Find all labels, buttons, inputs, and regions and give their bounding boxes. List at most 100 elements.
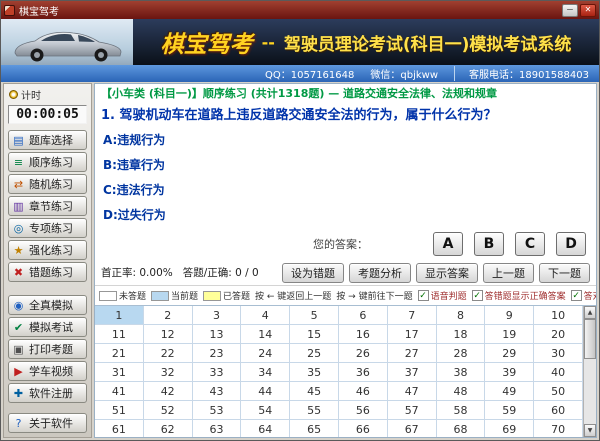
question-number-cell[interactable]: 56 [339, 401, 388, 420]
scroll-up-icon[interactable]: ▲ [584, 306, 596, 319]
voice-judge-checkbox[interactable]: ✓语音判题 [418, 289, 467, 302]
question-number-cell[interactable]: 58 [437, 401, 486, 420]
show-answer-button[interactable]: 显示答案 [416, 263, 478, 283]
titlebar[interactable]: 棋宝驾考 ─ ✕ [1, 1, 599, 19]
option-b[interactable]: B:违章行为 [95, 153, 596, 178]
close-button[interactable]: ✕ [580, 4, 596, 17]
question-number-cell[interactable]: 33 [193, 363, 242, 382]
option-c[interactable]: C:违法行为 [95, 178, 596, 203]
question-number-cell[interactable]: 7 [388, 306, 437, 325]
question-number-cell[interactable]: 63 [193, 420, 242, 438]
question-number-cell[interactable]: 32 [144, 363, 193, 382]
answer-button-b[interactable]: B [474, 232, 504, 256]
question-number-cell[interactable]: 31 [95, 363, 144, 382]
question-number-cell[interactable]: 44 [241, 382, 290, 401]
print-questions-button[interactable]: ▣打印考题 [8, 339, 87, 359]
intensive-practice-button[interactable]: ★强化练习 [8, 240, 87, 260]
question-number-cell[interactable]: 17 [388, 325, 437, 344]
question-number-cell[interactable]: 8 [437, 306, 486, 325]
question-number-cell[interactable]: 23 [193, 344, 242, 363]
question-number-cell[interactable]: 19 [485, 325, 534, 344]
question-number-cell[interactable]: 20 [534, 325, 583, 344]
random-practice-button[interactable]: ⇄随机练习 [8, 174, 87, 194]
about-software-button[interactable]: ?关于软件 [8, 413, 87, 433]
checkbox-icon[interactable]: ✓ [571, 290, 582, 301]
scroll-thumb[interactable] [584, 319, 596, 359]
question-number-cell[interactable]: 53 [193, 401, 242, 420]
question-number-cell[interactable]: 1 [95, 306, 144, 325]
answer-button-c[interactable]: C [515, 232, 545, 256]
question-number-cell[interactable]: 52 [144, 401, 193, 420]
question-number-cell[interactable]: 26 [339, 344, 388, 363]
question-number-cell[interactable]: 64 [241, 420, 290, 438]
question-number-cell[interactable]: 39 [485, 363, 534, 382]
wrong-question-practice-button[interactable]: ✖错题练习 [8, 262, 87, 282]
question-number-cell[interactable]: 10 [534, 306, 583, 325]
question-number-cell[interactable]: 24 [241, 344, 290, 363]
chapter-practice-button[interactable]: ▥章节练习 [8, 196, 87, 216]
question-number-cell[interactable]: 70 [534, 420, 583, 438]
question-number-cell[interactable]: 9 [485, 306, 534, 325]
question-number-cell[interactable]: 57 [388, 401, 437, 420]
software-register-button[interactable]: ✚软件注册 [8, 383, 87, 403]
question-number-cell[interactable]: 49 [485, 382, 534, 401]
question-number-cell[interactable]: 22 [144, 344, 193, 363]
question-number-cell[interactable]: 51 [95, 401, 144, 420]
question-number-cell[interactable]: 6 [339, 306, 388, 325]
question-number-cell[interactable]: 45 [290, 382, 339, 401]
grid-scrollbar[interactable]: ▲ ▼ [583, 306, 596, 437]
mock-exam-button[interactable]: ✔模拟考试 [8, 317, 87, 337]
question-number-cell[interactable]: 14 [241, 325, 290, 344]
scroll-down-icon[interactable]: ▼ [584, 424, 596, 437]
question-number-cell[interactable]: 27 [388, 344, 437, 363]
question-analysis-button[interactable]: 考题分析 [349, 263, 411, 283]
question-number-cell[interactable]: 37 [388, 363, 437, 382]
question-number-cell[interactable]: 55 [290, 401, 339, 420]
question-number-cell[interactable]: 41 [95, 382, 144, 401]
mark-wrong-button[interactable]: 设为错题 [282, 263, 344, 283]
question-number-cell[interactable]: 4 [241, 306, 290, 325]
question-number-cell[interactable]: 59 [485, 401, 534, 420]
question-number-cell[interactable]: 62 [144, 420, 193, 438]
show-correct-on-wrong-checkbox[interactable]: ✓答错题显示正确答案 [472, 289, 566, 302]
question-number-cell[interactable]: 25 [290, 344, 339, 363]
question-number-cell[interactable]: 47 [388, 382, 437, 401]
full-simulation-button[interactable]: ◉全真模拟 [8, 295, 87, 315]
question-number-cell[interactable]: 15 [290, 325, 339, 344]
question-number-cell[interactable]: 18 [437, 325, 486, 344]
question-number-cell[interactable]: 66 [339, 420, 388, 438]
question-number-cell[interactable]: 34 [241, 363, 290, 382]
next-question-button[interactable]: 下一题 [539, 263, 590, 283]
question-number-cell[interactable]: 40 [534, 363, 583, 382]
answer-button-d[interactable]: D [556, 232, 586, 256]
question-number-cell[interactable]: 65 [290, 420, 339, 438]
question-number-cell[interactable]: 60 [534, 401, 583, 420]
checkbox-icon[interactable]: ✓ [418, 290, 429, 301]
bank-select-button[interactable]: ▤题库选择 [8, 130, 87, 150]
question-number-cell[interactable]: 2 [144, 306, 193, 325]
question-number-cell[interactable]: 48 [437, 382, 486, 401]
question-number-cell[interactable]: 13 [193, 325, 242, 344]
question-number-cell[interactable]: 16 [339, 325, 388, 344]
question-number-cell[interactable]: 28 [437, 344, 486, 363]
question-number-cell[interactable]: 11 [95, 325, 144, 344]
question-number-cell[interactable]: 21 [95, 344, 144, 363]
question-number-cell[interactable]: 36 [339, 363, 388, 382]
checkbox-icon[interactable]: ✓ [472, 290, 483, 301]
question-number-cell[interactable]: 43 [193, 382, 242, 401]
question-number-cell[interactable]: 42 [144, 382, 193, 401]
question-number-cell[interactable]: 35 [290, 363, 339, 382]
answer-button-a[interactable]: A [433, 232, 463, 256]
prev-question-button[interactable]: 上一题 [483, 263, 534, 283]
driving-video-button[interactable]: ▶学车视频 [8, 361, 87, 381]
auto-next-on-correct-checkbox[interactable]: ✓答对转下一题 [571, 289, 596, 302]
question-number-cell[interactable]: 50 [534, 382, 583, 401]
question-number-cell[interactable]: 61 [95, 420, 144, 438]
question-number-cell[interactable]: 68 [437, 420, 486, 438]
question-number-cell[interactable]: 38 [437, 363, 486, 382]
question-number-cell[interactable]: 67 [388, 420, 437, 438]
question-number-cell[interactable]: 30 [534, 344, 583, 363]
option-a[interactable]: A:违规行为 [95, 128, 596, 153]
question-number-cell[interactable]: 29 [485, 344, 534, 363]
question-number-cell[interactable]: 5 [290, 306, 339, 325]
